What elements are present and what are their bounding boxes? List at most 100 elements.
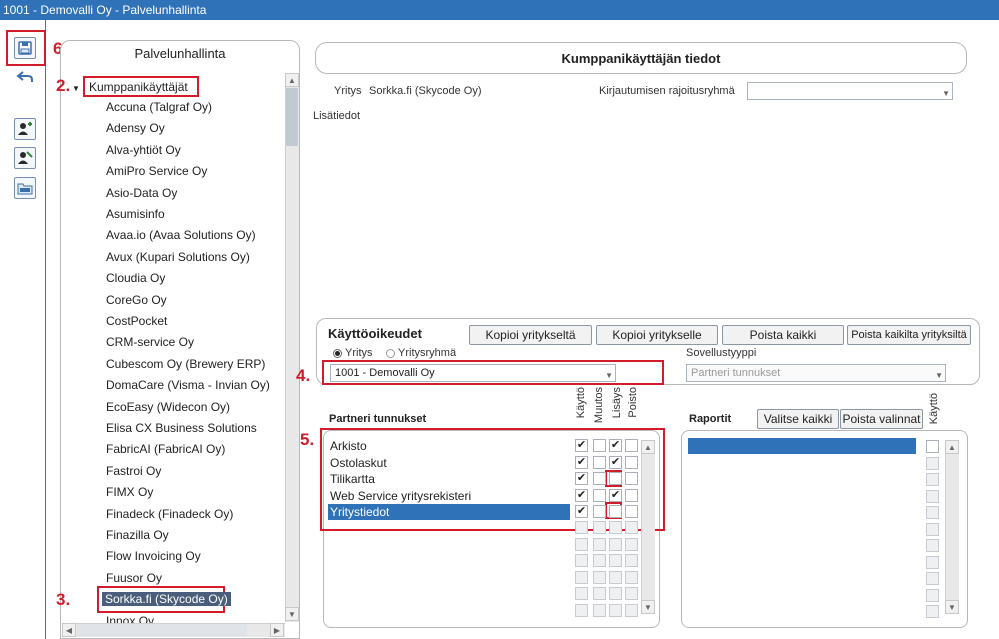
tree-item[interactable]: Finazilla Oy <box>106 528 169 542</box>
reports-scroll-up-icon[interactable]: ▲ <box>945 440 959 454</box>
empty-checkbox <box>575 603 588 617</box>
tree-item[interactable]: FabricAI (FabricAI Oy) <box>106 442 225 456</box>
permission-checkbox[interactable]: ✔ <box>575 455 588 469</box>
permission-checkbox[interactable] <box>625 455 638 469</box>
reports-selected-row[interactable] <box>688 438 916 454</box>
tree-item[interactable]: DomaCare (Visma - Invian Oy) <box>106 378 270 392</box>
rights-company-select[interactable]: 1001 - Demovalli Oy ▼ <box>330 364 616 382</box>
permission-checkbox[interactable]: ✔ <box>575 472 588 485</box>
tree-item[interactable]: Cloudia Oy <box>106 271 165 285</box>
remove-from-all-companies-button[interactable]: Poista kaikilta yrityksiltä <box>847 325 971 345</box>
permission-checkbox[interactable] <box>593 472 606 485</box>
tree-scroll-up-icon[interactable]: ▲ <box>285 73 299 87</box>
partners-scroll-down-icon[interactable]: ▼ <box>641 600 655 614</box>
tree-scroll-left-icon[interactable]: ◀ <box>62 623 76 637</box>
tree-scroll-thumb[interactable] <box>286 88 298 146</box>
partner-row[interactable]: Tilikartta <box>328 471 570 487</box>
undo-button[interactable] <box>14 66 36 88</box>
tree-item[interactable]: Asumisinfo <box>106 207 165 221</box>
empty-checkbox <box>575 521 588 534</box>
empty-checkbox <box>575 570 588 584</box>
tree-item[interactable]: Alva-yhtiöt Oy <box>106 143 181 157</box>
radio-company[interactable] <box>333 349 342 358</box>
tree-item[interactable]: Fastroi Oy <box>106 464 161 478</box>
radio-company-group[interactable] <box>386 349 395 358</box>
tree-scroll-down-icon[interactable]: ▼ <box>285 607 299 621</box>
chevron-down-icon: ▼ <box>935 371 943 380</box>
empty-checkbox <box>593 603 606 617</box>
report-checkbox[interactable] <box>926 440 939 453</box>
permission-checkbox[interactable] <box>609 505 622 518</box>
tree-item[interactable]: CostPocket <box>106 314 167 328</box>
permission-checkbox[interactable]: ✔ <box>575 439 588 452</box>
radio-dot <box>335 351 340 356</box>
copy-to-company-button[interactable]: Kopioi yritykselle <box>596 325 718 345</box>
empty-checkbox <box>609 521 622 534</box>
empty-checkbox <box>575 554 588 567</box>
clear-selection-button[interactable]: Poista valinnat <box>840 409 923 429</box>
permission-checkbox[interactable]: ✔ <box>609 455 622 469</box>
select-all-button[interactable]: Valitse kaikki <box>757 409 839 429</box>
empty-checkbox <box>593 554 606 567</box>
empty-checkbox <box>593 521 606 534</box>
permission-checkbox[interactable] <box>625 472 638 485</box>
rights-title: Käyttöoikeudet <box>328 326 422 341</box>
partner-row[interactable]: Arkisto <box>328 438 570 454</box>
permission-checkbox[interactable] <box>593 455 606 469</box>
permission-checkbox[interactable]: ✔ <box>575 488 588 502</box>
collapse-arrow-icon[interactable]: ▼ <box>72 84 80 93</box>
tree-item[interactable]: AmiPro Service Oy <box>106 164 207 178</box>
tree-item[interactable]: Elisa CX Business Solutions <box>106 421 257 435</box>
partner-row[interactable]: Yritystiedot <box>328 504 570 520</box>
permission-checkbox[interactable] <box>625 505 638 518</box>
permission-checkbox[interactable] <box>593 505 606 518</box>
tree-item[interactable]: Accuna (Talgraf Oy) <box>106 100 212 114</box>
tree-item[interactable]: Avux (Kupari Solutions Oy) <box>106 250 250 264</box>
permission-checkbox[interactable] <box>593 439 606 452</box>
service-panel-title: Palvelunhallinta <box>134 46 226 61</box>
tree-scrollbar-vertical[interactable] <box>285 73 299 622</box>
partner-row[interactable]: Ostolaskut <box>328 455 570 471</box>
partners-scroll-up-icon[interactable]: ▲ <box>641 440 655 454</box>
tree-item[interactable]: Cubescom Oy (Brewery ERP) <box>106 357 265 371</box>
report-checkbox <box>926 522 939 536</box>
permission-checkbox[interactable] <box>609 472 622 485</box>
login-group-select[interactable]: ▼ <box>747 82 953 100</box>
reports-scroll-down-icon[interactable]: ▼ <box>945 600 959 614</box>
permission-checkbox[interactable]: ✔ <box>609 439 622 452</box>
copy-from-company-button[interactable]: Kopioi yritykseltä <box>469 325 592 345</box>
permission-checkbox[interactable]: ✔ <box>609 488 622 502</box>
empty-checkbox <box>609 587 622 600</box>
tree-item[interactable]: Adensy Oy <box>106 121 165 135</box>
tree-item[interactable]: Innox Oy <box>106 614 154 623</box>
tree-root-partner-users[interactable]: Kumppanikäyttäjät <box>89 80 188 94</box>
reports-scrollbar[interactable] <box>945 440 959 614</box>
tree-item[interactable]: Flow Invoicing Oy <box>106 549 201 563</box>
tree-item[interactable]: Asio-Data Oy <box>106 186 177 200</box>
app-type-select[interactable]: Partneri tunnukset ▼ <box>686 364 946 382</box>
tree-item[interactable]: Avaa.io (Avaa Solutions Oy) <box>106 228 256 242</box>
permission-checkbox[interactable]: ✔ <box>575 505 588 518</box>
tree-item[interactable]: CRM-service Oy <box>106 335 194 349</box>
partner-row[interactable]: Web Service yritysrekisteri <box>328 488 570 504</box>
tree-item[interactable]: Finadeck (Finadeck Oy) <box>106 507 233 521</box>
tree-item[interactable]: Sorkka.fi (Skycode Oy) <box>102 592 231 607</box>
tree-item[interactable]: FIMX Oy <box>106 485 153 499</box>
user-add-button[interactable] <box>14 118 36 140</box>
remove-all-button[interactable]: Poista kaikki <box>722 325 844 345</box>
tree-scroll-hthumb[interactable] <box>77 624 247 636</box>
tree-item[interactable]: CoreGo Oy <box>106 293 167 307</box>
report-checkbox <box>926 539 939 552</box>
save-button[interactable] <box>14 37 36 59</box>
folder-button[interactable] <box>14 177 36 199</box>
tree-item[interactable]: EcoEasy (Widecon Oy) <box>106 400 230 414</box>
user-edit-button[interactable] <box>14 147 36 169</box>
tree-scroll-right-icon[interactable]: ▶ <box>270 623 284 637</box>
permission-checkbox[interactable] <box>593 488 606 502</box>
permission-checkbox[interactable] <box>625 488 638 502</box>
partners-scrollbar[interactable] <box>641 440 655 614</box>
tree-item[interactable]: Fuusor Oy <box>106 571 162 585</box>
marker-3: 3. <box>56 590 71 609</box>
empty-checkbox <box>625 587 638 600</box>
permission-checkbox[interactable] <box>625 439 638 452</box>
